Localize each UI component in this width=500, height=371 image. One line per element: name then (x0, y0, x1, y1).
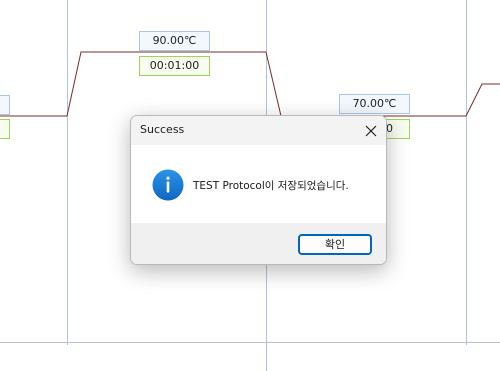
dialog-body: TEST Protocol이 저장되었습니다. (131, 145, 386, 223)
step-temperature-box[interactable]: 90.00℃ (139, 31, 210, 51)
success-dialog: Success TEST Protocol이 저장되었습니다. 확인 (130, 115, 387, 265)
dialog-footer: 확인 (131, 223, 386, 264)
dialog-title: Success (140, 123, 185, 136)
step-hold-time-box[interactable] (0, 119, 10, 139)
dialog-titlebar[interactable]: Success (131, 116, 386, 145)
protocol-editor-canvas: 90.00℃ 00:01:00 70.00℃ 00 Success (0, 0, 500, 371)
close-icon (365, 125, 377, 136)
step-hold-time-box[interactable]: 00:01:00 (139, 56, 210, 76)
info-icon (152, 169, 184, 201)
ok-button[interactable]: 확인 (298, 234, 372, 255)
dialog-message: TEST Protocol이 저장되었습니다. (193, 180, 349, 192)
step-temperature-box[interactable]: 70.00℃ (339, 94, 410, 114)
temperature-profile-line (0, 51, 500, 117)
step-temperature-box[interactable] (0, 95, 10, 115)
close-button[interactable] (356, 116, 386, 145)
